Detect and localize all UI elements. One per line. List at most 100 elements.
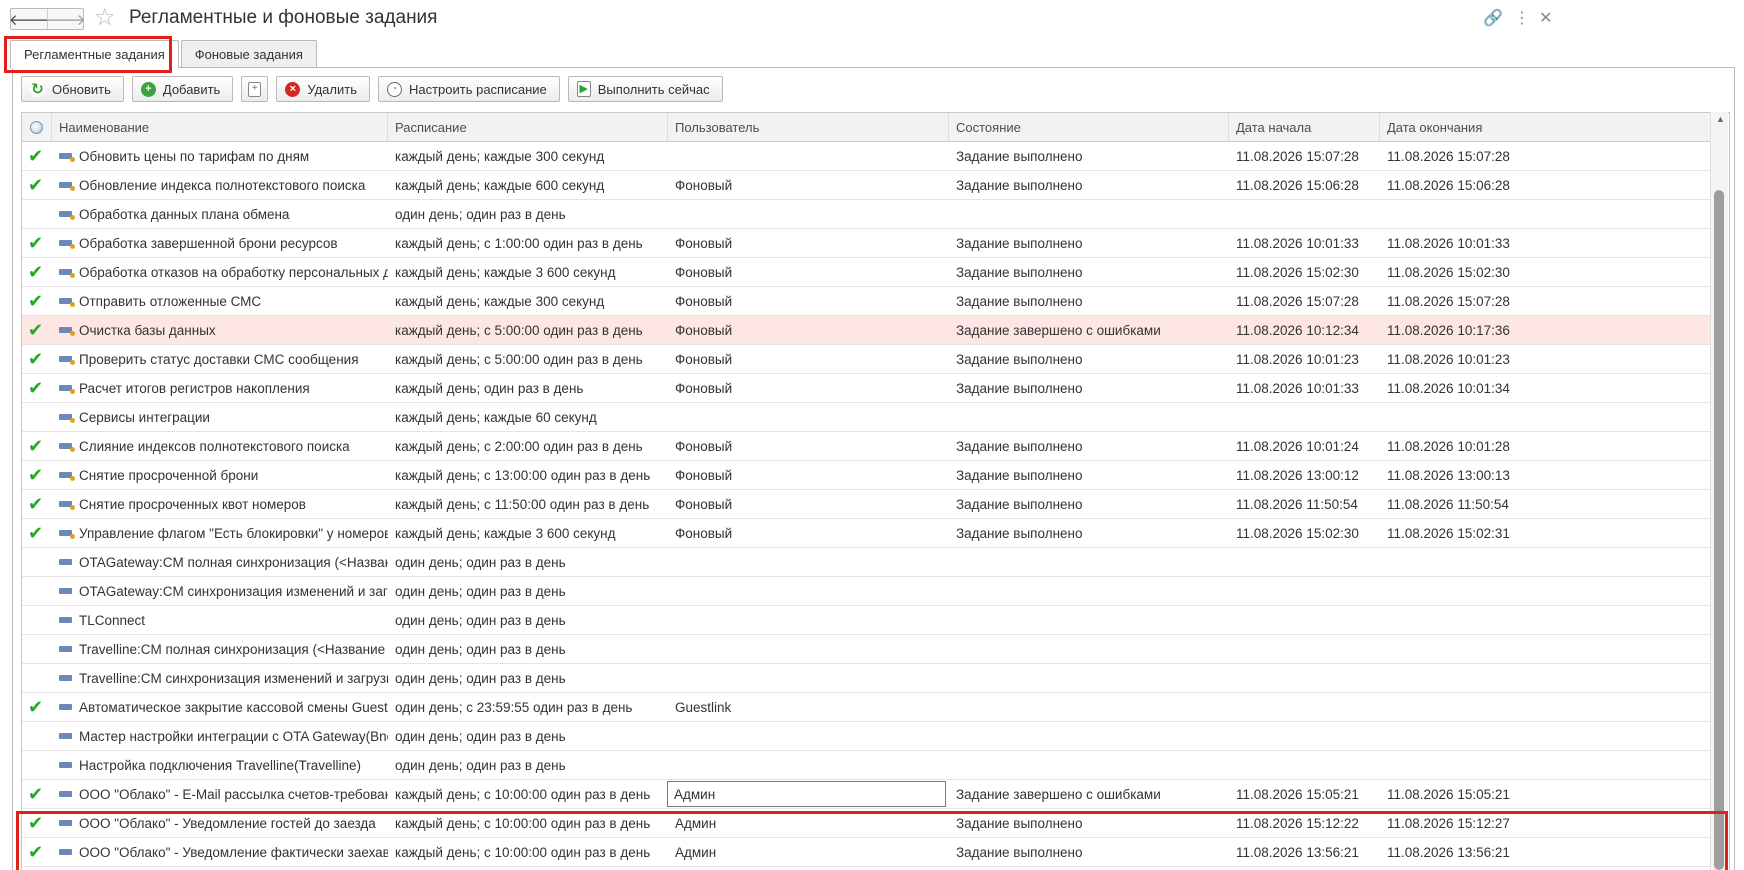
cell-name-text: Обработка завершенной брони ресурсов bbox=[79, 235, 338, 251]
star-icon[interactable]: ☆ bbox=[94, 4, 116, 32]
cell-status bbox=[949, 200, 1229, 228]
table-row[interactable]: ✔ Управление флагом "Есть блокировки" у н… bbox=[22, 519, 1711, 548]
cell-status: Задание выполнено bbox=[949, 287, 1229, 315]
job-icon bbox=[59, 646, 72, 652]
cell-start-date: 11.08.2026 15:07:28 bbox=[1229, 142, 1380, 170]
back-button[interactable]: 🡐 bbox=[8, 9, 50, 29]
checkmark-icon: ✔ bbox=[28, 436, 44, 456]
cell-status: Задание выполнено bbox=[949, 838, 1229, 866]
cell-user: Фоновый bbox=[668, 374, 949, 402]
cell-start-date: 11.08.2026 15:07:28 bbox=[1229, 287, 1380, 315]
table-row[interactable]: ✔ Расчет итогов регистров накопления кажды… bbox=[22, 374, 1711, 403]
vertical-scrollbar[interactable]: ▲ bbox=[1710, 112, 1728, 870]
cell-name-text: Travelline:CM полная синхронизация (<Наз… bbox=[79, 641, 388, 657]
table-row[interactable]: Настройка подключения Travelline(Travell… bbox=[22, 751, 1711, 780]
scheduled-job-icon bbox=[59, 414, 75, 423]
table-row[interactable]: ✔ Автоматическое закрытие кассовой смены … bbox=[22, 693, 1711, 722]
cell-name-text: ООО "Облако" - Уведомление гостей до зае… bbox=[79, 815, 376, 831]
table-row[interactable]: ✔ Обработка завершенной брони ресурсов каж… bbox=[22, 229, 1711, 258]
refresh-button[interactable]: ↻ Обновить bbox=[21, 76, 124, 102]
column-end-date[interactable]: Дата окончания bbox=[1380, 113, 1711, 141]
table-row[interactable]: ✔ ООО "Облако" - Уведомление фактически з… bbox=[22, 838, 1711, 867]
cell-schedule: один день; один раз в день bbox=[388, 200, 668, 228]
checkmark-icon: ✔ bbox=[28, 378, 44, 398]
table-row[interactable]: OTAGateway:CM синхронизация изменений и … bbox=[22, 577, 1711, 606]
cell-start-date bbox=[1229, 200, 1380, 228]
jobs-table[interactable]: Наименование Расписание Пользователь Сос… bbox=[21, 112, 1730, 870]
link-icon[interactable]: 🔗 bbox=[1483, 8, 1503, 28]
cell-name-text: Слияние индексов полнотекстового поиска bbox=[79, 438, 350, 454]
table-row[interactable]: ✔ Снятие просроченной брони каждый день; с… bbox=[22, 461, 1711, 490]
tab-background-jobs[interactable]: Фоновые задания bbox=[180, 40, 317, 67]
cell-user: Фоновый bbox=[668, 490, 949, 518]
cell-end-date bbox=[1380, 606, 1711, 634]
cell-user-text: Админ bbox=[675, 844, 717, 860]
cell-name-text: Проверить статус доставки СМС сообщения bbox=[79, 351, 359, 367]
more-vertical-icon[interactable]: ⋮ bbox=[1514, 8, 1530, 28]
cell-name-text: OTAGateway:CM синхронизация изменений и … bbox=[79, 583, 388, 599]
column-status[interactable]: Состояние bbox=[949, 113, 1229, 141]
checkmark-icon: ✔ bbox=[28, 813, 44, 833]
cell-user: Фоновый bbox=[668, 461, 949, 489]
copy-button[interactable]: + bbox=[241, 76, 269, 102]
column-state[interactable] bbox=[22, 113, 52, 141]
delete-button[interactable]: × Удалить bbox=[276, 76, 370, 102]
scroll-thumb[interactable] bbox=[1714, 190, 1724, 870]
close-icon[interactable]: ✕ bbox=[1539, 8, 1552, 28]
cell-start-date bbox=[1229, 403, 1380, 431]
table-row[interactable]: TLConnect один день; один раз в день bbox=[22, 606, 1711, 635]
cell-schedule: один день; один раз в день bbox=[388, 664, 668, 692]
table-row[interactable]: Мастер настройки интеграции с OTA Gatewa… bbox=[22, 722, 1711, 751]
cell-schedule-text: каждый день; с 11:50:00 один раз в день bbox=[395, 496, 650, 512]
cell-name: Мастер настройки интеграции с OTA Gatewa… bbox=[52, 722, 388, 750]
cell-schedule-text: каждый день; каждые 300 секунд bbox=[395, 148, 605, 164]
column-schedule[interactable]: Расписание bbox=[388, 113, 668, 141]
table-row[interactable]: ✔ ООО "Облако" - Уведомление гостей до за… bbox=[22, 809, 1711, 838]
cell-status: Задание завершено с ошибками bbox=[949, 316, 1229, 344]
table-row[interactable]: ✔ Обновление индекса полнотекстового поис… bbox=[22, 171, 1711, 200]
add-button[interactable]: + Добавить bbox=[131, 76, 234, 102]
cell-schedule: каждый день; каждые 300 секунд bbox=[388, 287, 668, 315]
cell-name-text: Мастер настройки интеграции с OTA Gatewa… bbox=[79, 728, 388, 744]
table-row[interactable]: Обработка данных плана обмена один день; … bbox=[22, 200, 1711, 229]
cell-status: Задание выполнено bbox=[949, 171, 1229, 199]
window-title: Регламентные и фоновые задания bbox=[129, 7, 438, 28]
cell-status bbox=[949, 403, 1229, 431]
table-row[interactable]: ✔ Слияние индексов полнотекстового поиска… bbox=[22, 432, 1711, 461]
job-icon bbox=[59, 617, 72, 623]
cell-end-date-text: 11.08.2026 15:06:28 bbox=[1387, 177, 1510, 193]
run-now-button[interactable]: ▶ Выполнить сейчас bbox=[567, 76, 723, 102]
cell-user bbox=[668, 577, 949, 605]
cell-end-date bbox=[1380, 200, 1711, 228]
cell-status: Задание выполнено bbox=[949, 809, 1229, 837]
cell-status: Задание выполнено bbox=[949, 258, 1229, 286]
cell-name-text: Автоматическое закрытие кассовой смены G… bbox=[79, 699, 388, 715]
schedule-button[interactable]: ◔ Настроить расписание bbox=[377, 76, 560, 102]
column-user[interactable]: Пользователь bbox=[668, 113, 949, 141]
table-row[interactable]: ✔ Очистка базы данных каждый день; с 5:00:… bbox=[22, 316, 1711, 345]
job-icon bbox=[59, 704, 72, 710]
cell-end-date-text: 11.08.2026 15:12:27 bbox=[1387, 815, 1510, 831]
table-row[interactable]: ✔ Отправить отложенные СМС каждый день; ка… bbox=[22, 287, 1711, 316]
column-name[interactable]: Наименование bbox=[52, 113, 388, 141]
table-row[interactable]: OTAGateway:CM полная синхронизация (<Наз… bbox=[22, 548, 1711, 577]
cell-end-date: 11.08.2026 10:17:36 bbox=[1380, 316, 1711, 344]
tab-scheduled-jobs[interactable]: Регламентные задания bbox=[10, 40, 179, 68]
forward-button[interactable]: 🡒 bbox=[45, 9, 86, 29]
table-row[interactable]: Travelline:CM синхронизация изменений и … bbox=[22, 664, 1711, 693]
table-row[interactable]: ✔ Снятие просроченных квот номеров каждый … bbox=[22, 490, 1711, 519]
table-row[interactable]: Сервисы интеграции каждый день; каждые 60… bbox=[22, 403, 1711, 432]
cell-user: Фоновый bbox=[668, 171, 949, 199]
table-row[interactable]: ✔ Обновить цены по тарифам по дням каждый … bbox=[22, 142, 1711, 171]
cell-end-date: 11.08.2026 10:01:23 bbox=[1380, 345, 1711, 373]
cell-user: Фоновый bbox=[668, 287, 949, 315]
arrow-left-icon: 🡐 bbox=[8, 11, 50, 29]
table-row[interactable]: ✔ ООО "Облако" - E-Mail рассылка счетов-т… bbox=[22, 780, 1711, 809]
table-row[interactable]: Travelline:CM полная синхронизация (<Наз… bbox=[22, 635, 1711, 664]
column-start-date[interactable]: Дата начала bbox=[1229, 113, 1380, 141]
checkmark-icon: ✔ bbox=[28, 233, 44, 253]
table-row[interactable]: ✔ Проверить статус доставки СМС сообщения… bbox=[22, 345, 1711, 374]
table-row[interactable]: ✔ Обработка отказов на обработку персонал… bbox=[22, 258, 1711, 287]
cell-name-text: ООО "Облако" - E-Mail рассылка счетов-тр… bbox=[79, 786, 388, 802]
scroll-up-icon[interactable]: ▲ bbox=[1716, 114, 1725, 124]
